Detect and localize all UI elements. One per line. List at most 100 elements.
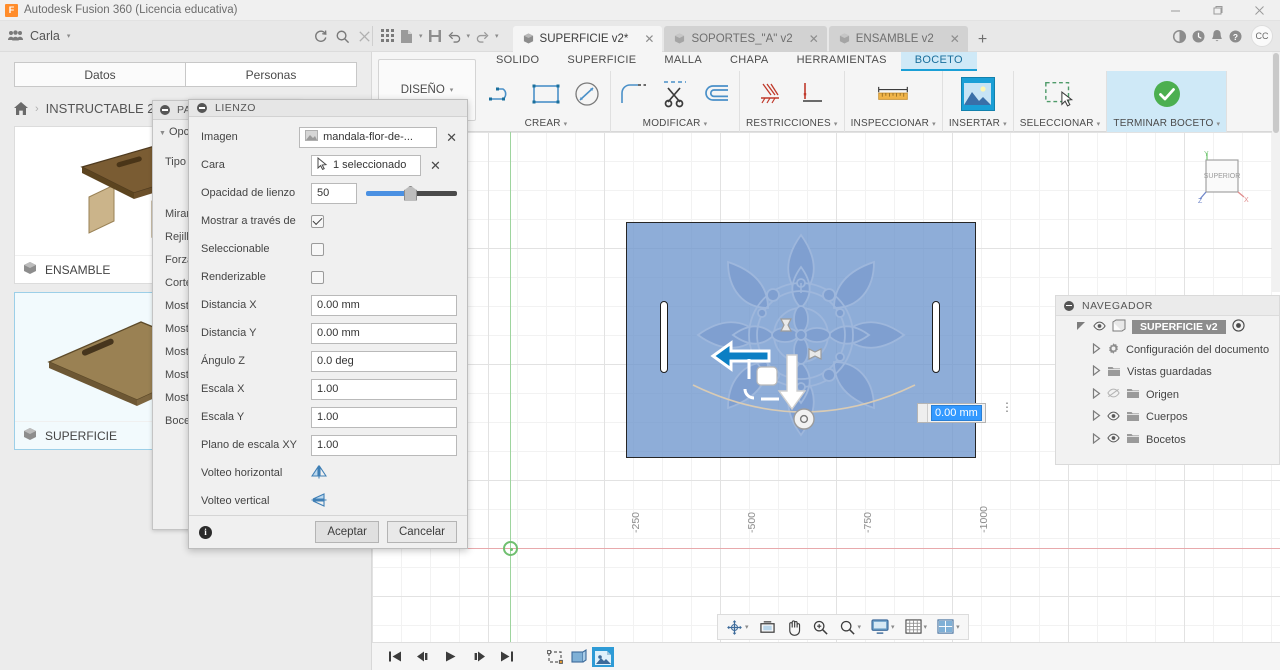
flip-horizontal-icon[interactable] — [310, 464, 328, 482]
notifications-bell-icon[interactable] — [1210, 29, 1224, 44]
panel-label-seleccionar[interactable]: SELECCIONAR ▾ — [1020, 118, 1101, 132]
pan-hand-icon[interactable] — [783, 616, 805, 638]
zoom-icon[interactable]: ▾ — [836, 616, 865, 638]
hub-name-label[interactable]: Carla — [30, 29, 60, 43]
chevron-down-icon[interactable]: ▾ — [495, 32, 499, 40]
origin-point[interactable] — [503, 541, 518, 556]
chevron-down-icon[interactable]: ▾ — [891, 623, 895, 631]
drag-grip[interactable] — [918, 404, 928, 422]
escala-x-input[interactable]: 1.00 — [311, 378, 457, 400]
navigator-item-cuerpos[interactable]: Cuerpos — [1056, 406, 1279, 429]
angulo-z-input[interactable]: 0.0 deg — [311, 350, 457, 372]
chevron-down-icon[interactable]: ▾ — [745, 623, 749, 631]
ribbon-tab-malla[interactable]: MALLA — [650, 52, 716, 71]
ribbon-tab-boceto[interactable]: BOCETO — [900, 52, 977, 71]
select-window-icon[interactable] — [1043, 77, 1077, 111]
close-panel-icon[interactable] — [357, 29, 372, 44]
chevron-down-icon[interactable]: ▾ — [467, 32, 471, 40]
panel-label-terminar-boceto[interactable]: TERMINAR BOCETO ▾ — [1113, 118, 1220, 132]
finish-sketch-check-icon[interactable] — [1150, 77, 1184, 111]
close-button[interactable] — [1238, 0, 1280, 21]
panel-label-modificar[interactable]: MODIFICAR ▾ — [643, 118, 708, 132]
offset-icon[interactable] — [699, 77, 733, 111]
expand-triangle-icon[interactable] — [1092, 365, 1101, 379]
timeline-first-icon[interactable] — [386, 650, 404, 663]
ribbon-tab-superficie[interactable]: SUPERFICIE — [553, 52, 650, 71]
collapse-icon[interactable] — [160, 105, 170, 115]
doc-tab-ensamble[interactable]: ENSAMBLE v2 ✕ — [828, 25, 968, 52]
distancia-y-input[interactable]: 0.00 mm — [311, 322, 457, 344]
zoom-window-icon[interactable] — [809, 616, 832, 638]
distancia-x-input[interactable]: 0.00 mm — [311, 294, 457, 316]
imagen-field[interactable]: mandala-flor-de-... — [299, 126, 438, 148]
doc-tab-superficie[interactable]: SUPERFICIE v2* ✕ — [512, 25, 663, 52]
redo-icon[interactable] — [475, 30, 490, 43]
radio-icon[interactable] — [1231, 319, 1245, 335]
chevron-down-icon[interactable]: ▾ — [67, 32, 71, 40]
clear-cara-icon[interactable]: ✕ — [430, 159, 441, 172]
view-cube[interactable]: SUPERIOR Z Y X — [1194, 150, 1250, 206]
chevron-down-icon[interactable]: ▾ — [858, 623, 862, 631]
help-icon[interactable]: ? — [1228, 29, 1243, 44]
breadcrumb-project[interactable]: INSTRUCTABLE 2 — [46, 101, 155, 116]
opacidad-slider[interactable] — [366, 185, 457, 201]
tab-datos[interactable]: Datos — [14, 62, 185, 87]
info-icon[interactable]: i — [199, 525, 212, 539]
ribbon-tab-chapa[interactable]: CHAPA — [716, 52, 783, 71]
close-icon[interactable]: ✕ — [809, 32, 819, 46]
flip-vertical-icon[interactable] — [311, 492, 327, 510]
display-settings-icon[interactable]: ▾ — [868, 616, 898, 638]
expand-triangle-icon[interactable] — [1076, 320, 1087, 334]
insert-canvas-image-icon[interactable] — [960, 77, 995, 111]
expand-triangle-icon[interactable] — [1092, 387, 1101, 402]
panel-label-crear[interactable]: CREAR ▾ — [525, 118, 568, 132]
opacidad-input[interactable]: 50 — [311, 182, 357, 204]
dimension-value[interactable]: 0.00 mm — [931, 405, 982, 421]
navigator-root-item[interactable]: SUPERFICIE v2 — [1056, 316, 1279, 339]
eye-icon[interactable] — [1093, 321, 1106, 334]
viewports-icon[interactable]: ▾ — [934, 616, 963, 638]
undo-icon[interactable] — [447, 30, 462, 43]
plano-escala-xy-input[interactable]: 1.00 — [311, 434, 457, 456]
look-at-icon[interactable] — [756, 616, 779, 638]
timeline-feature-extrude[interactable] — [568, 647, 590, 667]
home-icon[interactable] — [14, 102, 28, 115]
ribbon-tab-herramientas[interactable]: HERRAMIENTAS — [783, 52, 901, 71]
tab-personas[interactable]: Personas — [185, 62, 357, 87]
clear-imagen-icon[interactable]: ✕ — [446, 131, 457, 144]
collapse-icon[interactable] — [197, 103, 207, 113]
sketch-line-icon[interactable] — [488, 77, 522, 111]
escala-y-input[interactable]: 1.00 — [311, 406, 457, 428]
expand-triangle-icon[interactable] — [1092, 342, 1101, 357]
minimize-button[interactable] — [1154, 0, 1196, 21]
orbit-icon[interactable]: ▾ — [723, 616, 752, 638]
measure-icon[interactable] — [876, 77, 910, 111]
new-file-icon[interactable] — [400, 29, 414, 44]
refresh-icon[interactable] — [313, 29, 328, 44]
sketch-circle-icon[interactable] — [570, 77, 604, 111]
eye-icon[interactable] — [1107, 411, 1120, 424]
navigator-item-vistas[interactable]: Vistas guardadas — [1056, 361, 1279, 384]
doc-tab-soportes[interactable]: SOPORTES_"A" v2 ✕ — [664, 25, 827, 52]
timeline-last-icon[interactable] — [498, 650, 516, 663]
rotate-handle-arc[interactable] — [689, 383, 919, 441]
renderizable-checkbox[interactable] — [311, 270, 324, 284]
close-icon[interactable]: ✕ — [644, 32, 654, 46]
job-status-icon[interactable] — [1172, 29, 1187, 44]
timeline-feature-sketch[interactable] — [544, 647, 566, 667]
timeline-prev-icon[interactable] — [414, 650, 432, 663]
expand-triangle-icon[interactable] — [1092, 410, 1101, 424]
navigator-item-bocetos[interactable]: Bocetos — [1056, 429, 1279, 452]
sketch-rectangle-icon[interactable] — [529, 77, 563, 111]
new-tab-button[interactable]: + — [970, 31, 995, 52]
avatar[interactable]: CC — [1251, 25, 1273, 47]
constraint-fix-icon[interactable] — [754, 77, 788, 111]
recent-icon[interactable] — [1191, 29, 1206, 44]
chevron-down-icon[interactable]: ▾ — [419, 32, 423, 40]
expand-triangle-icon[interactable] — [1092, 432, 1101, 447]
cara-field[interactable]: 1 seleccionado — [311, 154, 421, 176]
grid-snap-icon[interactable]: ▾ — [902, 616, 931, 638]
trim-scissors-icon[interactable] — [658, 77, 692, 111]
accept-button[interactable]: Aceptar — [315, 521, 379, 543]
ribbon-tab-solido[interactable]: SOLIDO — [482, 52, 553, 71]
